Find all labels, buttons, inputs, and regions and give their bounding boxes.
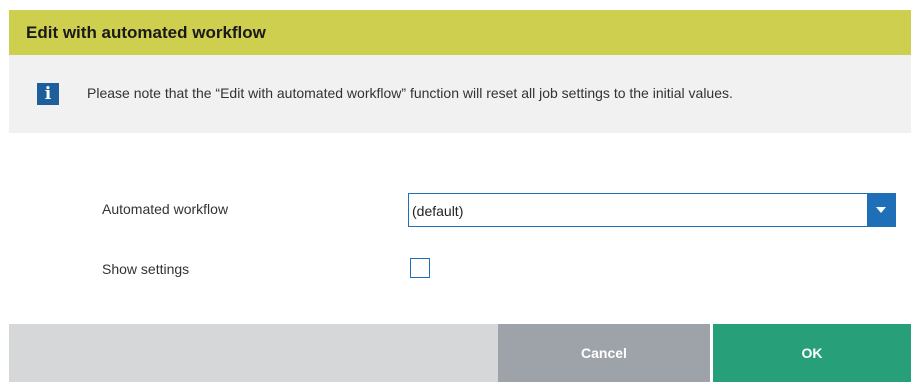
dialog-title-bar: Edit with automated workflow xyxy=(9,10,911,55)
chevron-down-icon[interactable] xyxy=(867,194,895,226)
info-message: Please note that the “Edit with automate… xyxy=(87,85,733,101)
footer-bar xyxy=(9,324,498,382)
dialog-title: Edit with automated workflow xyxy=(26,22,266,42)
ok-button[interactable]: OK xyxy=(713,324,911,382)
workflow-select[interactable]: (default) xyxy=(408,193,896,227)
show-settings-checkbox[interactable] xyxy=(410,258,430,278)
show-settings-label: Show settings xyxy=(102,261,190,277)
workflow-label: Automated workflow xyxy=(102,201,229,217)
cancel-button[interactable]: Cancel xyxy=(498,324,710,382)
workflow-select-value: (default) xyxy=(412,203,464,219)
edit-workflow-dialog: Edit with automated workflow i Please no… xyxy=(0,0,911,382)
info-panel: i Please note that the “Edit with automa… xyxy=(9,55,911,133)
info-icon: i xyxy=(37,83,59,105)
